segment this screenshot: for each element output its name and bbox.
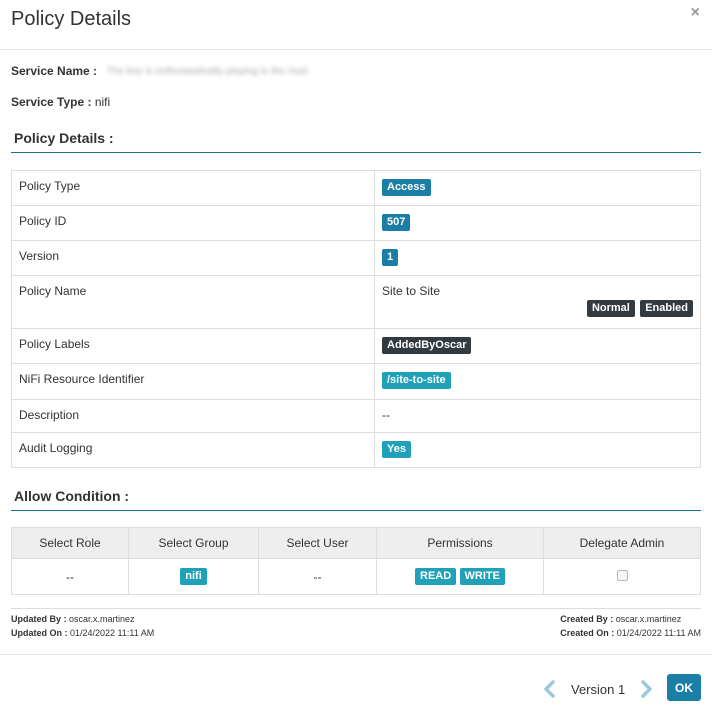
delegate-admin-checkbox[interactable] (616, 569, 628, 581)
table-row: -- nifi -- READ WRITE (11, 558, 701, 595)
row-value: Yes (374, 432, 701, 468)
service-type-row: Service Type : nifi (11, 95, 110, 109)
ok-button[interactable]: OK (667, 674, 701, 701)
audit-created: Created By : oscar.x.martinez Created On… (560, 612, 701, 640)
delegate-admin-cell (543, 558, 701, 595)
row-value: Access (374, 170, 701, 206)
updated-on-label: Updated On : (11, 628, 68, 638)
version-pager: Version 1 (540, 679, 656, 699)
row-label: Policy ID (11, 205, 375, 241)
user-cell: -- (258, 558, 377, 595)
table-header-row: Select Role Select Group Select User Per… (11, 527, 701, 559)
table-row: Version 1 (11, 240, 701, 276)
resource-badge: /site-to-site (382, 372, 451, 389)
col-permissions: Permissions (376, 527, 544, 559)
row-label: Policy Type (11, 170, 375, 206)
service-type-label: Service Type : (11, 95, 92, 109)
chevron-left-icon[interactable] (540, 679, 560, 699)
row-label: Policy Labels (11, 328, 375, 364)
modal-header: Policy Details × (0, 0, 712, 50)
policy-name-value: Site to Site (382, 284, 441, 298)
audit-updated: Updated By : oscar.x.martinez Updated On… (11, 612, 154, 640)
col-select-role: Select Role (11, 527, 129, 559)
updated-by-label: Updated By : (11, 614, 67, 624)
table-row: NiFi Resource Identifier /site-to-site (11, 363, 701, 400)
modal-title: Policy Details (11, 8, 132, 30)
row-label: NiFi Resource Identifier (11, 363, 375, 400)
allow-condition-heading: Allow Condition : (11, 488, 701, 511)
table-row: Audit Logging Yes (11, 432, 701, 468)
row-value: AddedByOscar (374, 328, 701, 364)
audit-info: Updated By : oscar.x.martinez Updated On… (11, 608, 701, 638)
service-name-value: The boy is enthusiastically playing in t… (106, 66, 310, 78)
row-label: Version (11, 240, 375, 276)
table-row: Policy ID 507 (11, 205, 701, 241)
role-cell: -- (11, 558, 129, 595)
policy-id-badge: 507 (382, 214, 411, 231)
policy-type-badge: Access (382, 179, 431, 196)
table-row: Policy Name Site to Site Normal Enabled (11, 275, 701, 329)
row-label: Description (11, 399, 375, 433)
col-delegate-admin: Delegate Admin (543, 527, 701, 559)
row-label: Audit Logging (11, 432, 375, 468)
service-name-row: Service Name : The boy is enthusiastical… (11, 64, 310, 78)
group-cell: nifi (128, 558, 259, 595)
created-on-value: 01/24/2022 11:11 AM (616, 628, 701, 638)
table-row: Policy Type Access (11, 170, 701, 206)
updated-on-value: 01/24/2022 11:11 AM (70, 628, 155, 638)
policy-label-badge: AddedByOscar (382, 337, 472, 354)
row-value: 1 (374, 240, 701, 276)
chevron-right-icon[interactable] (636, 679, 656, 699)
created-on-label: Created On : (560, 628, 615, 638)
created-by-value: oscar.x.martinez (615, 614, 682, 624)
description-value: -- (374, 399, 701, 433)
close-icon[interactable]: × (691, 5, 700, 21)
enabled-badge: Enabled (640, 300, 693, 317)
permissions-cell: READ WRITE (376, 558, 544, 595)
row-value: Site to Site Normal Enabled (374, 275, 701, 329)
created-by-label: Created By : (560, 614, 614, 624)
version-badge: 1 (382, 249, 399, 266)
col-select-user: Select User (258, 527, 377, 559)
write-permission-badge: WRITE (459, 568, 505, 585)
table-row: Policy Labels AddedByOscar (11, 328, 701, 364)
row-label: Policy Name (11, 275, 375, 329)
col-select-group: Select Group (128, 527, 259, 559)
modal-footer-divider (0, 654, 712, 655)
version-label: Version 1 (571, 681, 626, 697)
normal-badge: Normal (586, 300, 635, 317)
table-row: Description -- (11, 399, 701, 433)
row-value: /site-to-site (374, 363, 701, 400)
service-name-label: Service Name : (11, 64, 98, 78)
service-type-value: nifi (94, 95, 111, 109)
read-permission-badge: READ (415, 568, 457, 585)
allow-condition-table: Select Role Select Group Select User Per… (11, 527, 701, 595)
policy-name-badges: Normal Enabled (382, 300, 693, 317)
policy-details-heading: Policy Details : (11, 130, 701, 153)
audit-logging-badge: Yes (382, 441, 411, 458)
policy-details-table: Policy Type Access Policy ID 507 Version… (11, 170, 701, 468)
row-value: 507 (374, 205, 701, 241)
group-badge: nifi (180, 568, 207, 585)
updated-by-value: oscar.x.martinez (69, 614, 135, 624)
